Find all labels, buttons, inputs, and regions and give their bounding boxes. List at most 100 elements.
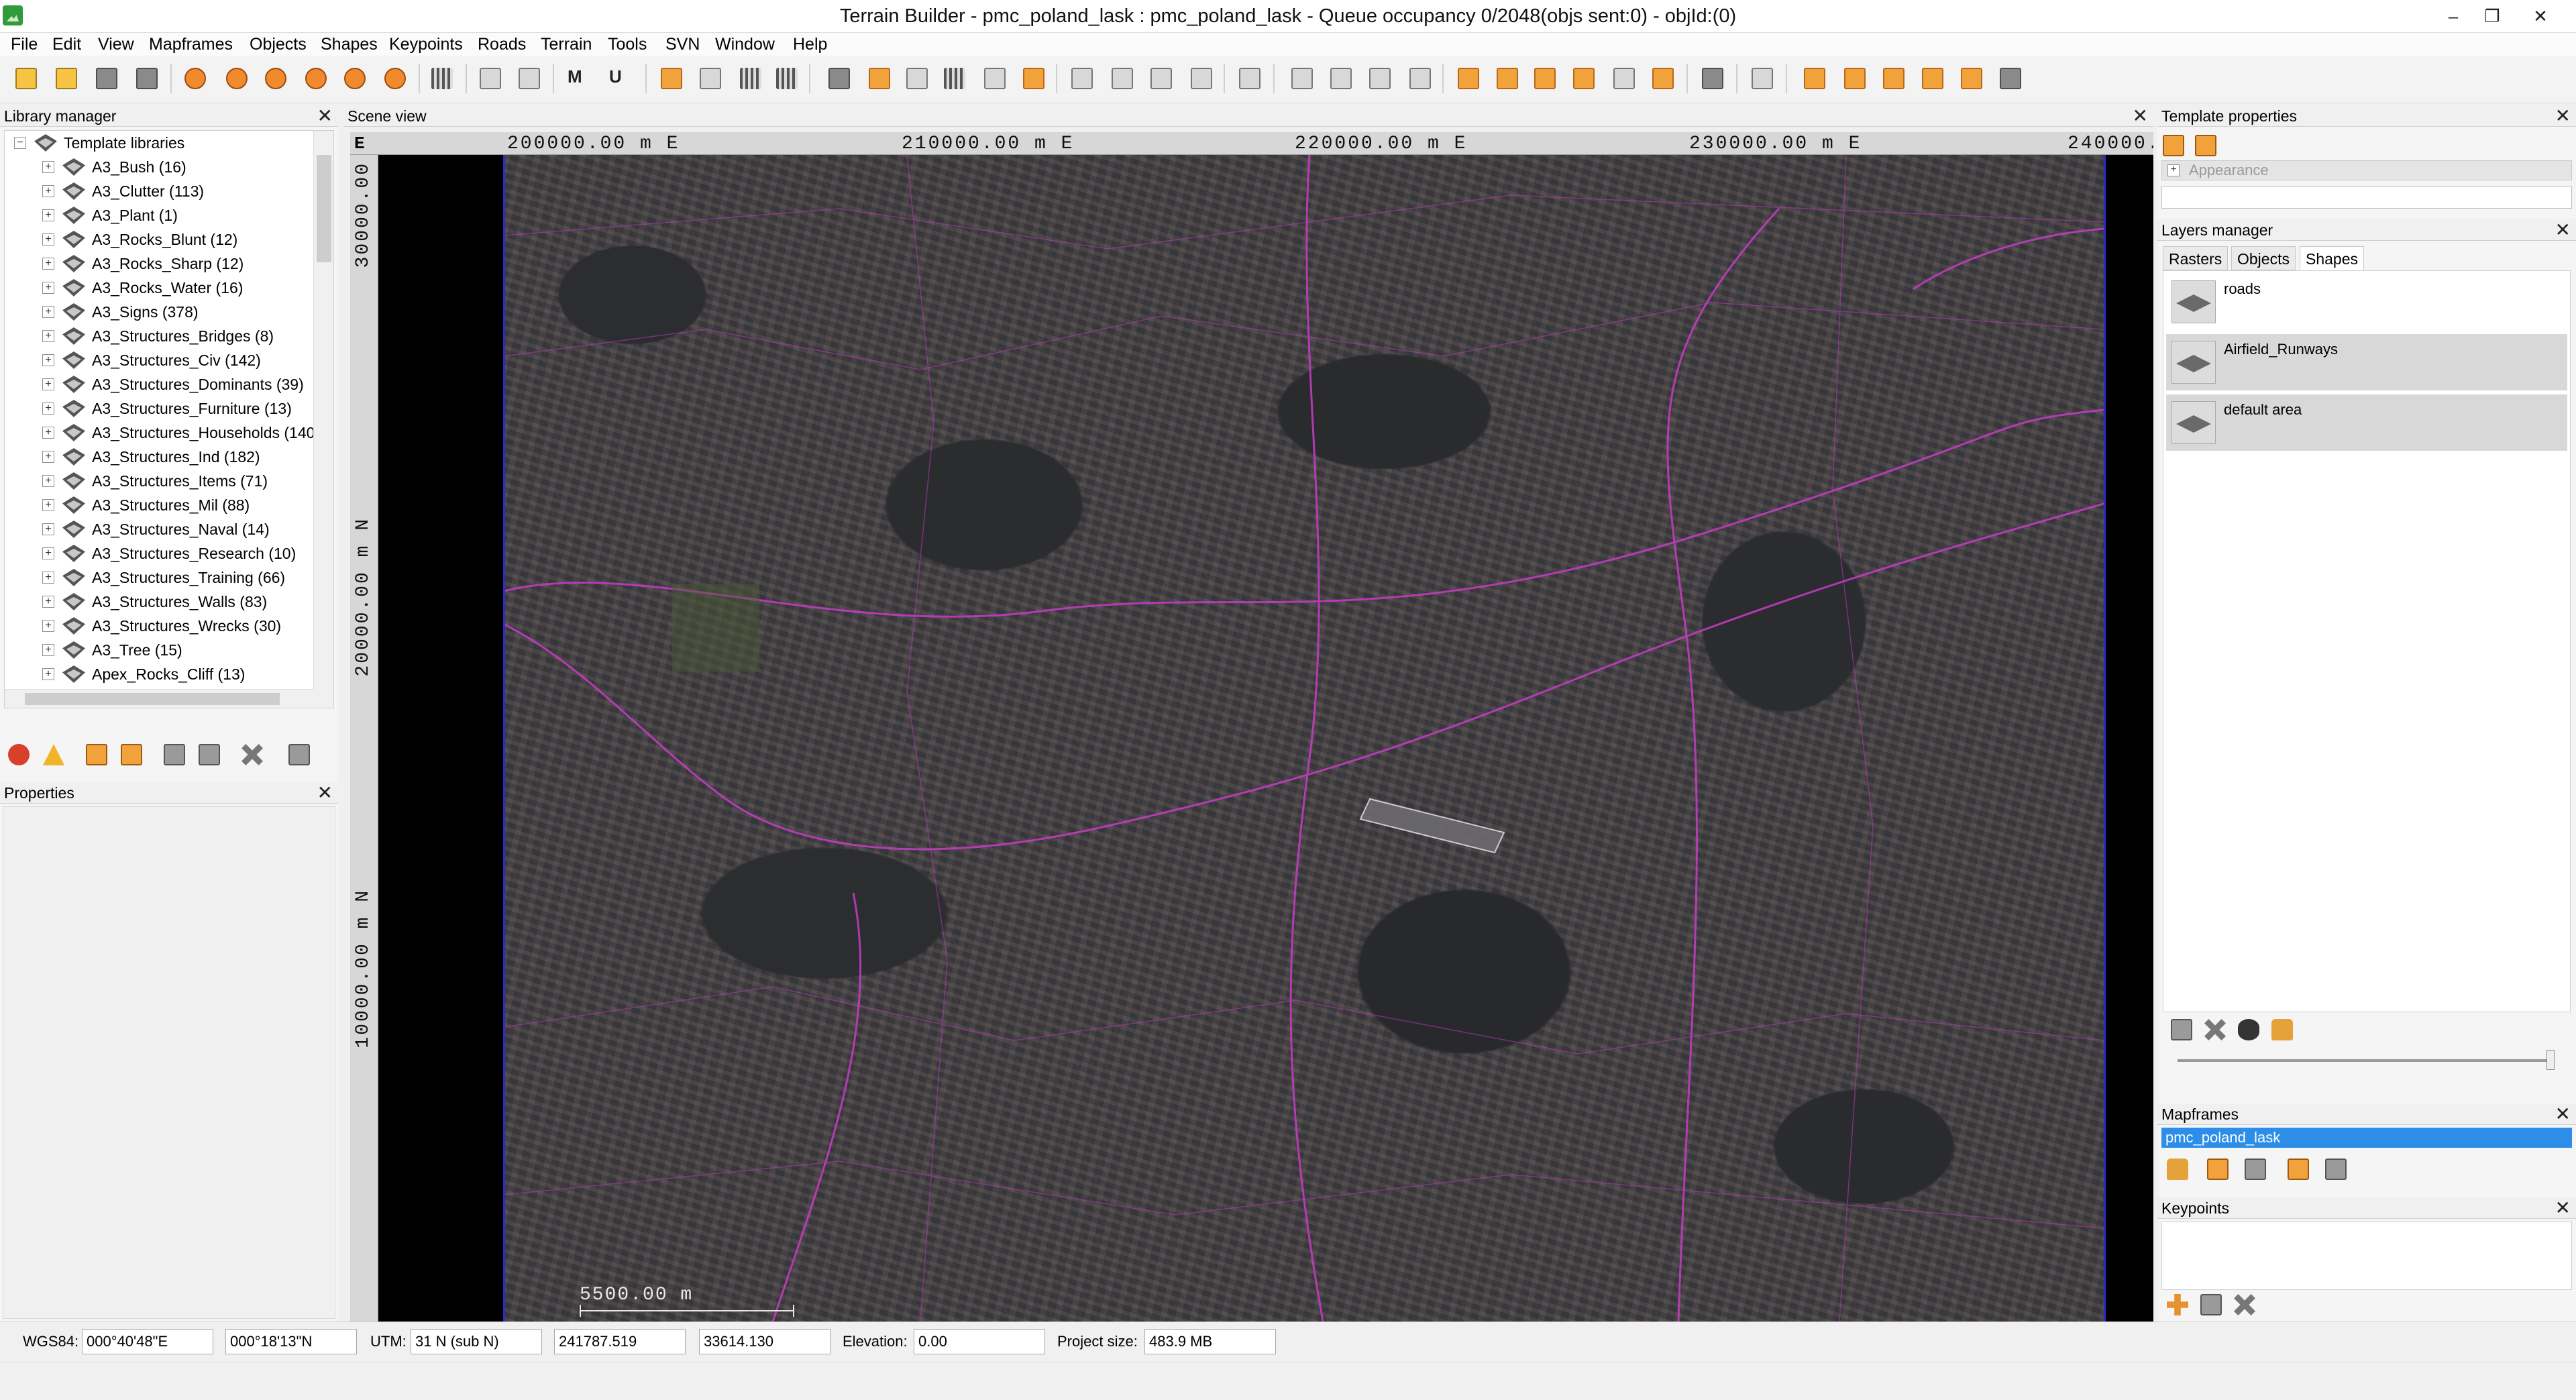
- redo-icon[interactable]: [514, 62, 545, 95]
- mapframe-properties-icon[interactable]: [2325, 1159, 2347, 1180]
- library-item[interactable]: + A3_Rocks_Sharp (12): [5, 252, 313, 276]
- library-item[interactable]: + A3_Plant (1): [5, 203, 313, 227]
- zoom-mapframe-icon[interactable]: [260, 62, 291, 95]
- layer-view-4-icon[interactable]: [1186, 62, 1217, 95]
- new-project-icon[interactable]: [11, 62, 42, 95]
- save-icon[interactable]: [91, 62, 122, 95]
- library-item[interactable]: + A3_Structures_Wrecks (30): [5, 614, 313, 638]
- expand-icon[interactable]: +: [42, 282, 54, 294]
- delete-template-icon[interactable]: [241, 744, 263, 765]
- menu-file[interactable]: File: [11, 33, 38, 56]
- zoom-selection-icon[interactable]: [221, 62, 252, 95]
- library-vertical-scrollbar[interactable]: [313, 131, 333, 708]
- layer-opacity-slider[interactable]: [2178, 1059, 2553, 1062]
- template-stack-icon[interactable]: [2195, 135, 2216, 156]
- mapframe-add-icon[interactable]: [2207, 1159, 2229, 1180]
- menu-shapes[interactable]: Shapes: [321, 33, 378, 56]
- minimize-button[interactable]: –: [2436, 3, 2470, 30]
- tab-rasters[interactable]: Rasters: [2163, 246, 2229, 270]
- keypoint-settings-icon[interactable]: [1995, 62, 2026, 95]
- library-item[interactable]: + A3_Structures_Naval (14): [5, 517, 313, 541]
- visibility-eye-icon[interactable]: [2238, 1019, 2259, 1040]
- library-item[interactable]: + Apex_Rocks_Cliff (13): [5, 662, 313, 686]
- magnet-icon[interactable]: [1747, 62, 1778, 95]
- wrench-icon[interactable]: [1697, 62, 1728, 95]
- lock-layer-icon[interactable]: [2271, 1019, 2293, 1040]
- layer-row-airfield-runways[interactable]: Airfield_Runways: [2166, 334, 2567, 390]
- cube-gray-icon[interactable]: [824, 62, 855, 95]
- library-item[interactable]: + A3_Structures_Civ (142): [5, 348, 313, 372]
- mapframes-close-icon[interactable]: ✕: [2555, 1103, 2571, 1125]
- expand-icon[interactable]: +: [42, 668, 54, 680]
- expand-icon[interactable]: +: [42, 330, 54, 342]
- add-template-icon[interactable]: [121, 744, 142, 765]
- library-item[interactable]: + A3_Tree (15): [5, 638, 313, 662]
- library-item[interactable]: + A3_Structures_Households (140: [5, 421, 315, 445]
- keypoint-add-icon[interactable]: [1799, 62, 1830, 95]
- delete-keypoint-icon[interactable]: [2234, 1294, 2255, 1315]
- library-vertical-scroll-thumb[interactable]: [317, 155, 331, 262]
- stair-icon[interactable]: [1609, 62, 1640, 95]
- mapframe-lock-icon[interactable]: [2167, 1159, 2188, 1180]
- snap-dots-icon[interactable]: [1018, 62, 1049, 95]
- expand-icon[interactable]: +: [42, 499, 54, 511]
- expand-icon[interactable]: +: [42, 547, 54, 559]
- expand-icon[interactable]: +: [42, 378, 54, 390]
- expand-icon[interactable]: +: [42, 306, 54, 318]
- keypoint-move-icon[interactable]: [1878, 62, 1909, 95]
- menu-terrain[interactable]: Terrain: [541, 33, 592, 56]
- remove-library-icon[interactable]: [8, 744, 30, 765]
- mapframe-edit-icon[interactable]: [2245, 1159, 2266, 1180]
- library-item[interactable]: + A3_Bush (16): [5, 155, 313, 179]
- expand-icon[interactable]: +: [42, 451, 54, 463]
- library-item[interactable]: + A3_Structures_Items (71): [5, 469, 313, 493]
- zoom-all-icon[interactable]: [180, 62, 211, 95]
- warning-icon[interactable]: [43, 744, 64, 765]
- appearance-section[interactable]: + Appearance: [2161, 160, 2572, 180]
- expand-icon[interactable]: +: [42, 523, 54, 535]
- expand-icon[interactable]: +: [42, 644, 54, 656]
- keypoint-edit-icon[interactable]: [1839, 62, 1870, 95]
- clapper-icon[interactable]: [427, 62, 458, 95]
- expand-icon[interactable]: +: [42, 475, 54, 487]
- template-layers-icon[interactable]: [2163, 135, 2184, 156]
- snap-move-icon[interactable]: [979, 62, 1010, 95]
- expand-icon[interactable]: +: [42, 572, 54, 584]
- expand-icon[interactable]: +: [42, 402, 54, 415]
- keypoints-list[interactable]: [2161, 1222, 2572, 1290]
- save-all-icon[interactable]: [131, 62, 162, 95]
- menu-help[interactable]: Help: [793, 33, 827, 56]
- cube-orange-icon[interactable]: [864, 62, 895, 95]
- keypoints-close-icon[interactable]: ✕: [2555, 1197, 2571, 1219]
- expand-icon[interactable]: +: [42, 185, 54, 197]
- scene-view-close-icon[interactable]: ✕: [2133, 105, 2148, 127]
- expand-icon[interactable]: +: [2167, 164, 2180, 176]
- comment-icon[interactable]: [288, 744, 310, 765]
- library-item[interactable]: + A3_Rocks_Blunt (12): [5, 227, 313, 252]
- layer-view-3-icon[interactable]: [1146, 62, 1177, 95]
- menu-svn[interactable]: SVN: [665, 33, 700, 56]
- u-button[interactable]: U: [606, 62, 637, 95]
- zoom-out-icon[interactable]: [339, 62, 370, 95]
- grid-dense-icon[interactable]: [771, 62, 802, 95]
- grid-icon[interactable]: [735, 62, 766, 95]
- close-window-button[interactable]: ✕: [2524, 3, 2557, 30]
- add-keypoint-icon[interactable]: [2167, 1294, 2188, 1315]
- library-item[interactable]: + A3_Structures_Training (66): [5, 566, 313, 590]
- library-horizontal-scroll-thumb[interactable]: [25, 693, 280, 705]
- hand-move-icon[interactable]: [1364, 62, 1395, 95]
- expand-icon[interactable]: +: [42, 427, 54, 439]
- scene-canvas[interactable]: 5500.00 m pmc_poland_lask E 200000.00 m …: [350, 132, 2153, 1322]
- pattern-icon[interactable]: [1648, 62, 1678, 95]
- library-item[interactable]: + A3_Signs (378): [5, 300, 313, 324]
- layer-row-default-area[interactable]: default area: [2166, 394, 2567, 451]
- menu-view[interactable]: View: [98, 33, 134, 56]
- menu-tools[interactable]: Tools: [608, 33, 647, 56]
- library-item[interactable]: + A3_Structures_Mil (88): [5, 493, 313, 517]
- library-item[interactable]: + A3_Structures_Research (10): [5, 541, 313, 566]
- move-template-icon[interactable]: [199, 744, 220, 765]
- menu-keypoints[interactable]: Keypoints: [389, 33, 463, 56]
- keypoint-list-icon[interactable]: [1956, 62, 1987, 95]
- m-button[interactable]: M: [565, 62, 596, 95]
- menu-roads[interactable]: Roads: [478, 33, 526, 56]
